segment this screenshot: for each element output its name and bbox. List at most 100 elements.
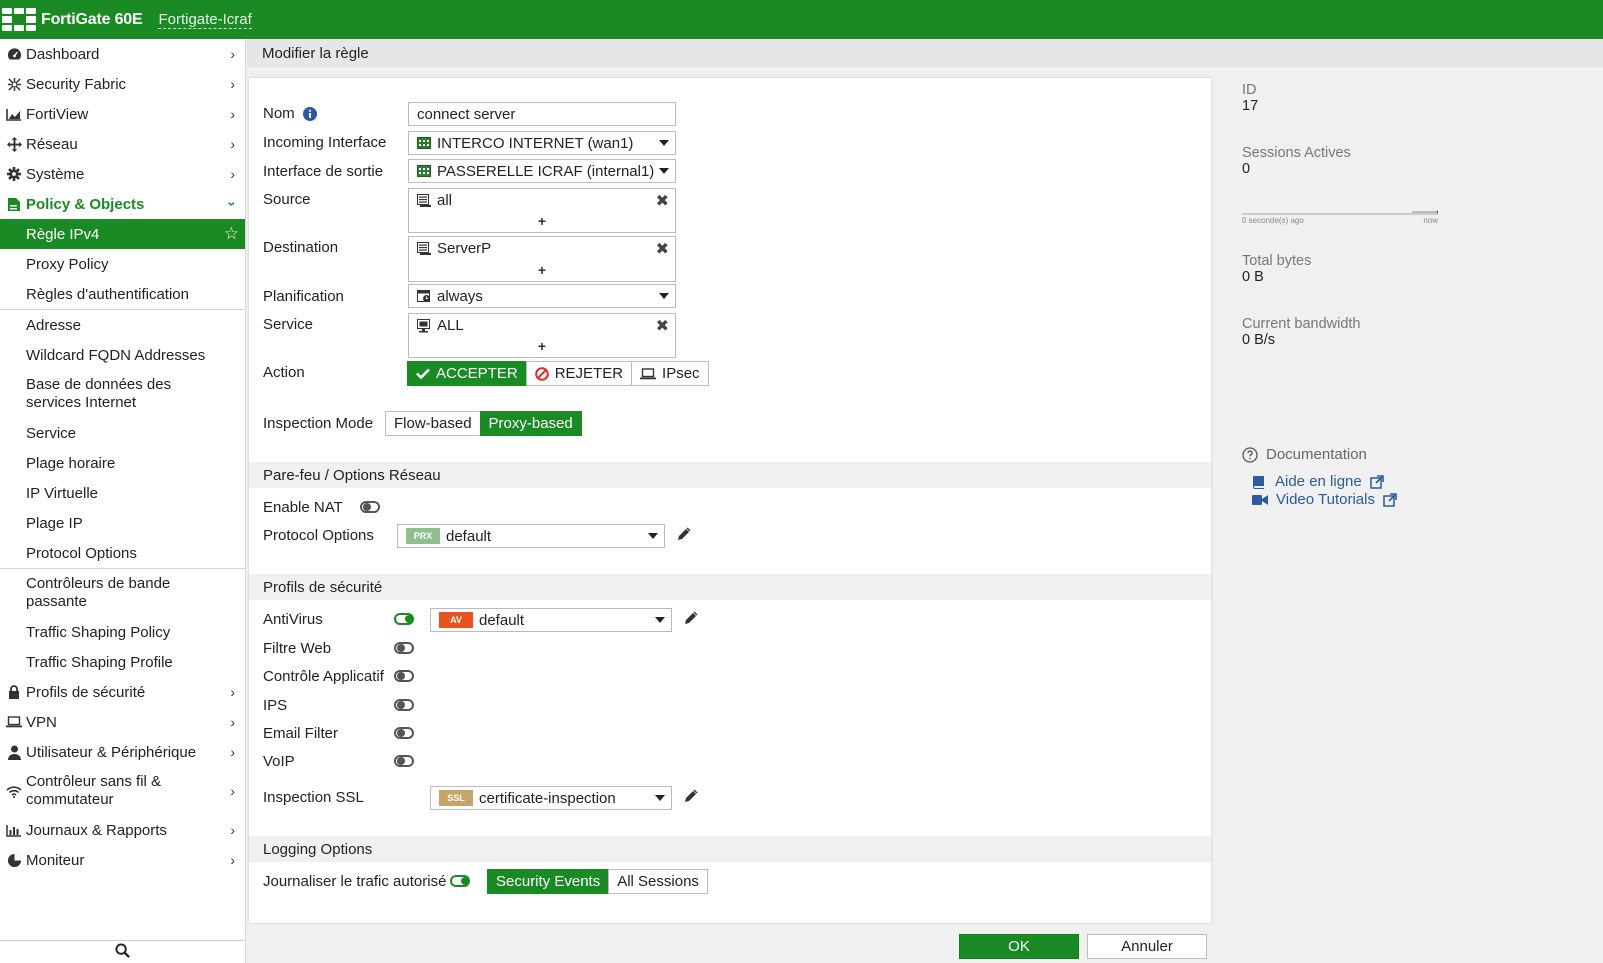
- report-icon: [4, 824, 24, 837]
- sidebar-item-traffic-shaping-policy[interactable]: Traffic Shaping Policy: [0, 617, 245, 647]
- inspection-row: Inspection Mode: [263, 415, 373, 432]
- schedule-select[interactable]: always: [408, 284, 676, 308]
- sidebar-item-profils-securite[interactable]: Profils de sécurité ›: [0, 677, 245, 707]
- log-toggle[interactable]: [450, 875, 470, 887]
- appcontrol-row: Contrôle Applicatif: [263, 668, 384, 685]
- sidebar-item-vpn[interactable]: VPN ›: [0, 707, 245, 737]
- sidebar-item-reseau[interactable]: Réseau ›: [0, 129, 245, 159]
- webfilter-toggle[interactable]: [394, 642, 414, 654]
- source-multiselect[interactable]: all ✖ +: [408, 188, 676, 233]
- action-label: Action: [263, 364, 305, 381]
- antivirus-profile-select[interactable]: AV default: [430, 608, 672, 632]
- sidebar-item-dashboard[interactable]: Dashboard ›: [0, 39, 245, 69]
- sidebar-item-label: Contrôleur sans fil & commutateur: [26, 773, 162, 808]
- appcontrol-toggle[interactable]: [394, 670, 414, 682]
- sidebar-item-policy-objects[interactable]: Policy & Objects ›: [0, 189, 245, 219]
- hostname-link[interactable]: Fortigate-Icraf: [158, 11, 252, 29]
- dropdown-arrow-icon: [648, 533, 658, 539]
- action-deny-button[interactable]: REJETER: [525, 361, 633, 386]
- sidebar-item-wifi-switch[interactable]: Contrôleur sans fil & commutateur ›: [0, 767, 245, 815]
- edit-icon[interactable]: [677, 527, 691, 545]
- sidebar-item-journaux[interactable]: Journaux & Rapports ›: [0, 815, 245, 845]
- add-icon[interactable]: +: [538, 213, 546, 229]
- sidebar-item-ip-virtuelle[interactable]: IP Virtuelle: [0, 478, 245, 508]
- bytes-label: Total bytes: [1242, 253, 1312, 269]
- remove-icon[interactable]: ✖: [656, 239, 669, 259]
- sidebar-item-security-fabric[interactable]: Security Fabric ›: [0, 69, 245, 99]
- sidebar-item-plage-ip[interactable]: Plage IP: [0, 508, 245, 538]
- add-icon[interactable]: +: [538, 338, 546, 354]
- info-icon[interactable]: [302, 106, 317, 121]
- sidebar-item-protocol-options[interactable]: Protocol Options: [0, 538, 245, 568]
- sidebar-item-bandwidth-controllers[interactable]: Contrôleurs de bande passante: [0, 569, 245, 617]
- add-icon[interactable]: +: [538, 262, 546, 278]
- remove-icon[interactable]: ✖: [656, 316, 669, 336]
- protocol-options-select[interactable]: PRX default: [397, 524, 665, 548]
- sidebar-item-label: Proxy Policy: [26, 255, 109, 273]
- name-input[interactable]: connect server: [408, 102, 676, 126]
- action-accept-button[interactable]: ACCEPTER: [407, 361, 527, 386]
- outgoing-row: Interface de sortie: [263, 163, 383, 180]
- online-help-label: Aide en ligne: [1275, 473, 1362, 490]
- sidebar-item-utilisateur[interactable]: Utilisateur & Périphérique ›: [0, 737, 245, 767]
- sidebar-item-label: Service: [26, 424, 77, 442]
- sidebar-item-wildcard-fqdn[interactable]: Wildcard FQDN Addresses: [0, 340, 245, 370]
- sidebar-item-moniteur[interactable]: Moniteur ›: [0, 845, 245, 875]
- antivirus-label: AntiVirus: [263, 611, 323, 628]
- email-toggle[interactable]: [394, 727, 414, 739]
- sidebar-item-isdb[interactable]: Base de données des services Internet: [0, 370, 245, 418]
- voip-toggle[interactable]: [394, 755, 414, 767]
- sidebar-item-fortiview[interactable]: FortiView ›: [0, 99, 245, 129]
- video-tutorials-link[interactable]: Video Tutorials: [1252, 491, 1397, 508]
- sidebar-search-button[interactable]: [0, 940, 245, 963]
- sidebar-item-label: Profils de sécurité: [26, 683, 146, 701]
- section-title: Pare-feu / Options Réseau: [263, 466, 441, 484]
- edit-icon[interactable]: [684, 611, 698, 629]
- sidebar-item-label: Règles d'authentification: [26, 285, 189, 303]
- sidebar-item-plage-horaire[interactable]: Plage horaire: [0, 448, 245, 478]
- policy-id: ID 17: [1242, 82, 1258, 114]
- source-label: Source: [263, 191, 311, 208]
- source-value: all: [437, 192, 453, 209]
- cancel-button[interactable]: Annuler: [1087, 934, 1207, 959]
- sidebar-item-proxy-policy[interactable]: Proxy Policy: [0, 249, 245, 279]
- online-help-link[interactable]: Aide en ligne: [1252, 473, 1384, 490]
- flow-based-button[interactable]: Flow-based: [385, 411, 481, 436]
- chevron-right-icon: ›: [230, 852, 235, 868]
- chevron-right-icon: ›: [230, 136, 235, 152]
- edit-icon[interactable]: [684, 789, 698, 807]
- gear-icon: [4, 167, 24, 181]
- sidebar-item-adresse[interactable]: Adresse: [0, 310, 245, 340]
- action-ipsec-label: IPsec: [662, 365, 700, 382]
- log-row: Journaliser le trafic autorisé: [263, 873, 446, 890]
- remove-icon[interactable]: ✖: [656, 191, 669, 211]
- ok-button[interactable]: OK: [959, 934, 1079, 959]
- destination-row: Destination: [263, 239, 338, 256]
- proxy-based-button[interactable]: Proxy-based: [479, 411, 582, 436]
- nat-toggle[interactable]: [360, 501, 380, 513]
- outgoing-interface-select[interactable]: PASSERELLE ICRAF (internal1): [408, 159, 676, 183]
- chevron-right-icon: ›: [230, 76, 235, 92]
- antivirus-toggle[interactable]: [394, 613, 414, 625]
- video-icon: [1252, 494, 1268, 506]
- sidebar-item-service[interactable]: Service: [0, 418, 245, 448]
- incoming-interface-select[interactable]: INTERCO INTERNET (wan1): [408, 131, 676, 155]
- security-events-button[interactable]: Security Events: [487, 869, 610, 894]
- port-icon: [417, 137, 431, 149]
- ips-toggle[interactable]: [394, 699, 414, 711]
- destination-multiselect[interactable]: ServerP ✖ +: [408, 236, 676, 282]
- sidebar-item-systeme[interactable]: Système ›: [0, 159, 245, 189]
- sidebar-item-traffic-shaping-profile[interactable]: Traffic Shaping Profile: [0, 647, 245, 677]
- sidebar-item-regle-ipv4[interactable]: Règle IPv4 ☆: [0, 219, 245, 249]
- all-sessions-button[interactable]: All Sessions: [608, 869, 708, 894]
- fortinet-logo[interactable]: FortiGate 60E: [2, 7, 143, 32]
- deny-icon: [534, 366, 549, 381]
- destination-label: Destination: [263, 239, 339, 256]
- sidebar-item-auth-rules[interactable]: Règles d'authentification: [0, 279, 245, 309]
- sidebar-item-label: Contrôleurs de bande passante: [26, 575, 171, 610]
- sidebar-item-label: Wildcard FQDN Addresses: [26, 346, 206, 364]
- star-icon[interactable]: ☆: [224, 224, 239, 244]
- service-multiselect[interactable]: ALL ✖ +: [408, 313, 676, 358]
- action-ipsec-button[interactable]: IPsec: [631, 361, 709, 386]
- ssl-inspection-select[interactable]: SSL certificate-inspection: [430, 786, 672, 810]
